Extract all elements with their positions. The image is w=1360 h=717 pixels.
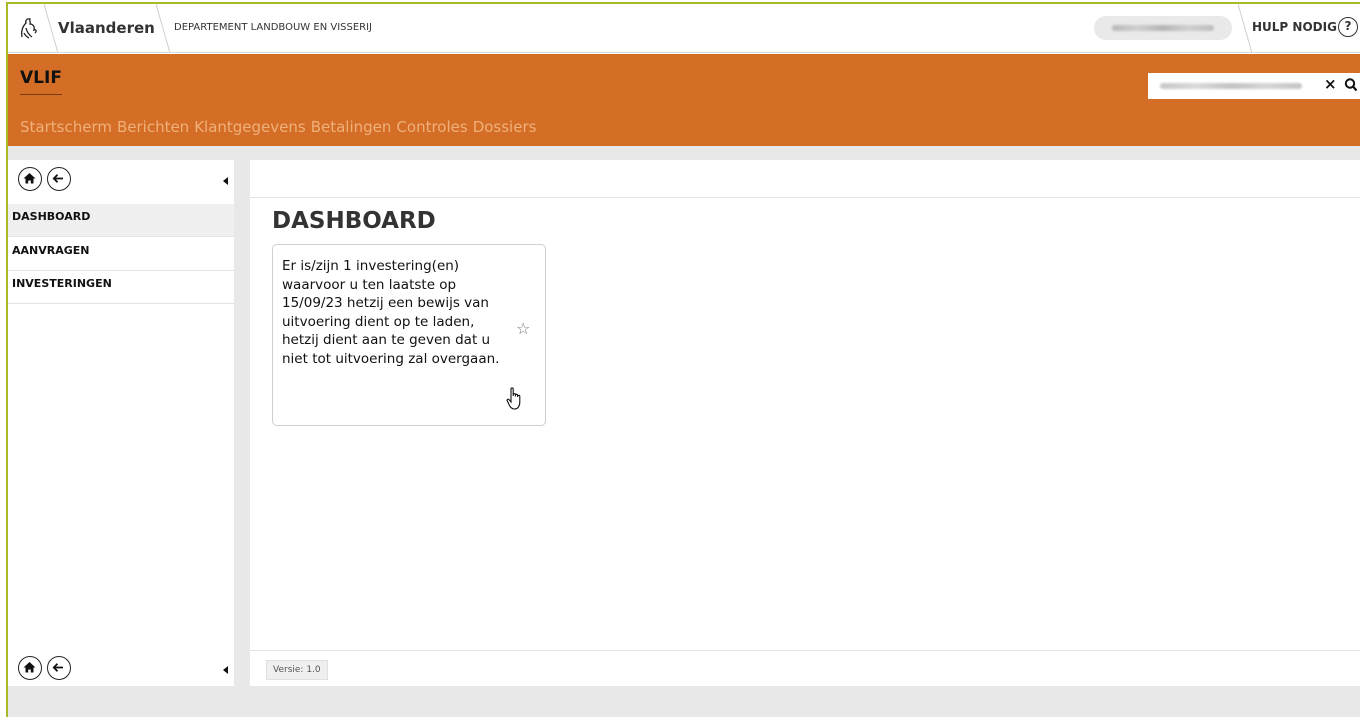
sidebar: DASHBOARD AANVRAGEN INVESTERINGEN: [8, 160, 234, 686]
collapse-sidebar-icon[interactable]: [223, 666, 228, 674]
help-link[interactable]: HULP NODIG: [1252, 20, 1337, 34]
arrow-left-icon: [52, 174, 63, 183]
sidebar-item-aanvragen[interactable]: AANVRAGEN: [8, 238, 234, 271]
nav-item-betalingen[interactable]: Betalingen: [311, 118, 392, 136]
back-button-bottom[interactable]: [47, 656, 71, 680]
help-icon[interactable]: ?: [1338, 17, 1358, 37]
redacted-user-name: [1112, 25, 1214, 31]
app-title[interactable]: VLIF: [20, 68, 62, 88]
notification-card[interactable]: Er is/zijn 1 investering(en) waarvoor u …: [272, 244, 546, 426]
sidebar-item-investeringen[interactable]: INVESTERINGEN: [8, 271, 234, 304]
home-icon: [23, 173, 36, 184]
department-name[interactable]: DEPARTEMENT LANDBOUW EN VISSERIJ: [174, 22, 372, 33]
main-toolbar: [250, 160, 1360, 198]
star-icon[interactable]: ☆: [516, 319, 530, 338]
sidebar-gutter: [234, 160, 250, 686]
back-button[interactable]: [47, 167, 71, 191]
main-navigation: Startscherm Berichten Klantgegevens Beta…: [20, 118, 536, 136]
version-badge: Versie: 1.0: [266, 660, 328, 680]
arrow-left-icon: [52, 663, 63, 672]
main-footer: Versie: 1.0: [250, 650, 1360, 686]
card-message: Er is/zijn 1 investering(en) waarvoor u …: [282, 258, 500, 367]
sidebar-item-label: DASHBOARD: [12, 210, 91, 223]
header-divider: [156, 4, 170, 53]
nav-item-controles[interactable]: Controles: [396, 118, 467, 136]
flemish-lion-icon[interactable]: [18, 16, 40, 40]
sidebar-item-dashboard[interactable]: DASHBOARD: [8, 204, 234, 237]
home-button-bottom[interactable]: [18, 656, 42, 680]
user-profile-button[interactable]: [1094, 16, 1232, 40]
sidebar-item-label: AANVRAGEN: [12, 244, 90, 257]
page-title: DASHBOARD: [272, 208, 436, 234]
bottom-bar: [8, 686, 1360, 717]
nav-item-startscherm[interactable]: Startscherm: [20, 118, 112, 136]
hand-cursor-icon: [506, 387, 521, 410]
section-gap: [8, 146, 1360, 160]
clear-icon[interactable]: ×: [1324, 75, 1337, 93]
redacted-search-value: [1160, 83, 1302, 89]
global-header: Vlaanderen DEPARTEMENT LANDBOUW EN VISSE…: [8, 4, 1360, 53]
header-divider: [44, 4, 58, 53]
sidebar-item-label: INVESTERINGEN: [12, 277, 112, 290]
main-content: DASHBOARD Er is/zijn 1 investering(en) w…: [250, 160, 1360, 686]
nav-item-dossiers[interactable]: Dossiers: [473, 118, 537, 136]
search-icon[interactable]: [1344, 77, 1358, 93]
home-button[interactable]: [18, 167, 42, 191]
vlaanderen-brand[interactable]: Vlaanderen: [58, 19, 155, 37]
nav-item-berichten[interactable]: Berichten: [117, 118, 189, 136]
app-title-underline: [20, 94, 62, 95]
app-header: VLIF × Startscherm Berichten Klantgegeve…: [8, 54, 1360, 146]
search-input[interactable]: ×: [1148, 73, 1360, 99]
browser-frame: Vlaanderen DEPARTEMENT LANDBOUW EN VISSE…: [6, 2, 1360, 717]
nav-item-klantgegevens[interactable]: Klantgegevens: [194, 118, 306, 136]
collapse-sidebar-icon[interactable]: [223, 177, 228, 185]
header-divider: [1238, 4, 1252, 53]
home-icon: [23, 662, 36, 673]
